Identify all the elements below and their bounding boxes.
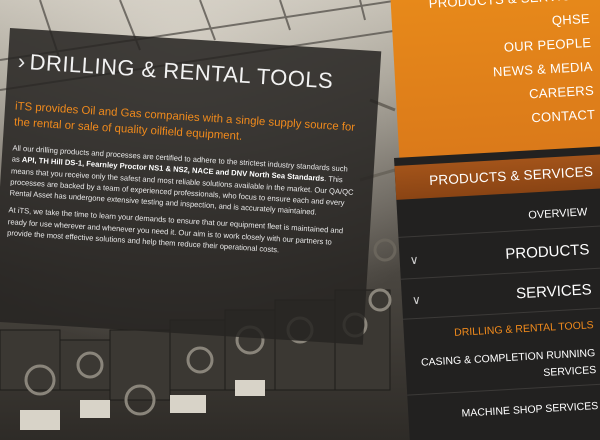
top-menu: PRODUCTS & SERVICES QHSE OUR PEOPLE NEWS… xyxy=(428,0,596,136)
chevron-down-icon[interactable]: ∨ xyxy=(409,241,420,279)
lead-paragraph: iTS provides Oil and Gas companies with … xyxy=(13,100,356,143)
subnav-item-label: SERVICES xyxy=(515,281,593,303)
chevron-right-icon: › xyxy=(17,48,27,75)
subnav-item-machine-shop[interactable]: MACHINE SHOP SERVICES xyxy=(408,390,600,432)
content-panel: › DRILLING & RENTAL TOOLS iTS provides O… xyxy=(0,28,382,345)
subnav-header[interactable]: PRODUCTS & SERVICES xyxy=(394,153,600,200)
subnav-item-label: DRILLING & RENTAL TOOLS xyxy=(453,319,594,339)
subnav-item-label: OVERVIEW xyxy=(527,206,588,222)
subnav-item-label: PRODUCTS xyxy=(504,241,590,263)
chevron-down-icon[interactable]: ∨ xyxy=(411,281,422,319)
subnav-item-label: MACHINE SHOP SERVICES xyxy=(461,399,599,420)
page-title-text: DRILLING & RENTAL TOOLS xyxy=(28,49,335,94)
body-text: All our drilling products and processes … xyxy=(7,142,358,260)
page-title: › DRILLING & RENTAL TOOLS xyxy=(17,49,364,97)
sub-nav: PRODUCTS & SERVICES OVERVIEW ∨ PRODUCTS … xyxy=(394,145,600,440)
subnav-item-label: CASING & COMPLETION RUNNING SERVICES xyxy=(420,347,597,379)
